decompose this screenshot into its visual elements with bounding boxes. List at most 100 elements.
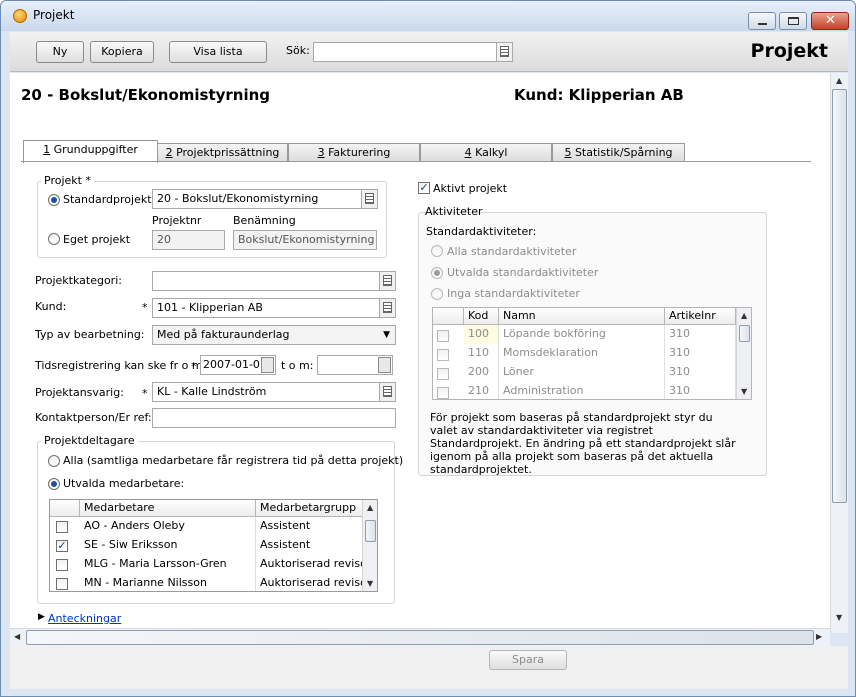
maximize-icon <box>788 17 799 25</box>
project-group-title: Projekt * <box>41 174 94 187</box>
maximize-button[interactable] <box>779 12 807 30</box>
row-checkbox[interactable] <box>437 349 449 361</box>
customer-field[interactable]: 101 - Klipperian AB <box>152 298 396 318</box>
customer-value: 101 - Klipperian AB <box>157 301 263 314</box>
scroll-left-icon[interactable]: ◀ <box>14 632 20 641</box>
tab-label: Fakturering <box>328 146 391 159</box>
type-select[interactable]: Med på fakturaunderlag ▼ <box>152 325 396 345</box>
manager-field[interactable]: KL - Kalle Lindström <box>152 382 396 402</box>
scroll-up-icon[interactable]: ▲ <box>741 311 747 320</box>
scroll-right-icon[interactable]: ▶ <box>816 632 822 641</box>
search-input[interactable] <box>313 42 513 62</box>
required-mark: * <box>191 360 197 373</box>
row-checkbox[interactable] <box>56 521 68 533</box>
list-icon <box>383 275 392 286</box>
chevron-down-icon: ▼ <box>383 330 390 340</box>
search-lookup-button[interactable] <box>496 43 512 61</box>
timereg-from-field[interactable]: 2007-01-01 <box>200 355 276 375</box>
participants-scrollbar[interactable]: ▲ ▼ <box>362 500 377 591</box>
table-header-employee: Medarbetare <box>80 500 256 517</box>
customer-label: Kund: <box>35 300 67 313</box>
name-cell: Löner <box>499 363 665 382</box>
customer-lookup-button[interactable] <box>379 299 395 317</box>
scroll-up-icon[interactable]: ▲ <box>836 76 842 85</box>
category-lookup-button[interactable] <box>379 272 395 290</box>
notes-link[interactable]: Anteckningar <box>48 612 121 625</box>
expand-triangle-icon[interactable]: ▶ <box>38 612 45 622</box>
show-list-button[interactable]: Visa lista <box>169 41 267 63</box>
employee-cell: MN - Marianne Nilsson <box>80 574 256 591</box>
calendar-icon[interactable] <box>261 357 274 373</box>
calendar-icon[interactable] <box>378 357 391 373</box>
tab-grunduppgifter[interactable]: 1 Grunduppgifter <box>23 140 158 163</box>
row-checkbox[interactable] <box>437 368 449 380</box>
window-title: Projekt <box>33 8 75 22</box>
tab-key: 1 <box>43 143 51 156</box>
row-checkbox[interactable] <box>437 387 449 399</box>
no-activities-radio[interactable] <box>431 288 443 300</box>
close-icon: ✕ <box>825 13 836 28</box>
project-name-field: Bokslut/Ekonomistyrning <box>233 230 377 250</box>
scroll-thumb[interactable] <box>365 520 376 542</box>
category-label: Projektkategori: <box>35 274 122 287</box>
name-cell: Administration <box>499 382 665 399</box>
scroll-thumb[interactable] <box>739 325 750 342</box>
standard-project-field[interactable]: 20 - Bokslut/Ekonomistyrning <box>152 189 378 209</box>
tab-projektprissattning[interactable]: 2 Projektprissättning <box>157 143 288 162</box>
table-header-check <box>50 500 80 517</box>
main-vertical-scrollbar[interactable]: ▲ ▼ <box>830 73 848 633</box>
scroll-down-icon[interactable]: ▼ <box>741 387 747 396</box>
row-checkbox[interactable]: ✓ <box>56 540 68 552</box>
minimize-button[interactable] <box>748 12 776 30</box>
save-button[interactable]: Spara <box>489 650 567 670</box>
own-project-label: Eget projekt <box>63 233 131 246</box>
selected-activities-label: Utvalda standardaktiviteter <box>447 266 599 279</box>
selected-participants-radio[interactable] <box>48 478 60 490</box>
scroll-up-icon[interactable]: ▲ <box>367 503 373 512</box>
article-cell: 310 <box>665 344 736 363</box>
all-activities-radio[interactable] <box>431 245 443 257</box>
active-project-label: Aktivt projekt <box>433 182 508 195</box>
timereg-to-field[interactable] <box>317 355 393 375</box>
scroll-thumb[interactable] <box>832 89 847 503</box>
copy-button[interactable]: Kopiera <box>90 41 154 63</box>
tab-kalkyl[interactable]: 4 Kalkyl <box>420 143 552 162</box>
row-checkbox[interactable] <box>56 578 68 590</box>
title-bar: Projekt ✕ <box>1 1 855 31</box>
std-activities-label: Standardaktiviteter: <box>426 225 537 238</box>
category-field[interactable] <box>152 271 396 291</box>
main-horizontal-scrollbar[interactable]: ◀ ▶ <box>10 628 830 646</box>
row-checkbox[interactable] <box>437 330 449 342</box>
tab-fakturering[interactable]: 3 Fakturering <box>288 143 420 162</box>
new-button[interactable]: Ny <box>36 41 84 63</box>
standard-project-radio[interactable] <box>48 194 60 206</box>
tab-statistik[interactable]: 5 Statistik/Spårning <box>552 143 685 162</box>
selected-activities-radio[interactable] <box>431 267 443 279</box>
required-mark: * <box>142 387 148 400</box>
tab-key: 4 <box>464 146 472 159</box>
own-project-radio[interactable] <box>48 233 60 245</box>
scroll-down-icon[interactable]: ▼ <box>836 613 842 622</box>
manager-lookup-button[interactable] <box>379 383 395 401</box>
code-cell: 110 <box>464 344 499 363</box>
no-activities-label: Inga standardaktiviteter <box>447 287 580 300</box>
employee-cell: SE - Siw Eriksson <box>80 536 256 555</box>
active-project-checkbox[interactable]: ✓ <box>418 182 430 194</box>
tab-label: Grunduppgifter <box>53 143 138 156</box>
all-participants-radio[interactable] <box>48 455 60 467</box>
contact-field[interactable] <box>152 408 396 428</box>
article-cell: 310 <box>665 363 736 382</box>
all-activities-label: Alla standardaktiviteter <box>447 245 577 258</box>
scroll-thumb[interactable] <box>26 630 814 645</box>
customer-heading: Kund: Klipperian AB <box>514 86 684 104</box>
group-cell: Auktoriserad revisor <box>256 555 364 574</box>
activities-scrollbar[interactable]: ▲ ▼ <box>736 308 751 399</box>
table-header-article: Artikelnr <box>665 308 736 325</box>
code-cell: 100 <box>464 325 499 344</box>
standard-project-lookup-button[interactable] <box>361 190 377 208</box>
standard-project-label: Standardprojekt: <box>63 193 156 206</box>
name-cell: Momsdeklaration <box>499 344 665 363</box>
scroll-down-icon[interactable]: ▼ <box>367 579 373 588</box>
close-button[interactable]: ✕ <box>811 12 849 30</box>
row-checkbox[interactable] <box>56 559 68 571</box>
